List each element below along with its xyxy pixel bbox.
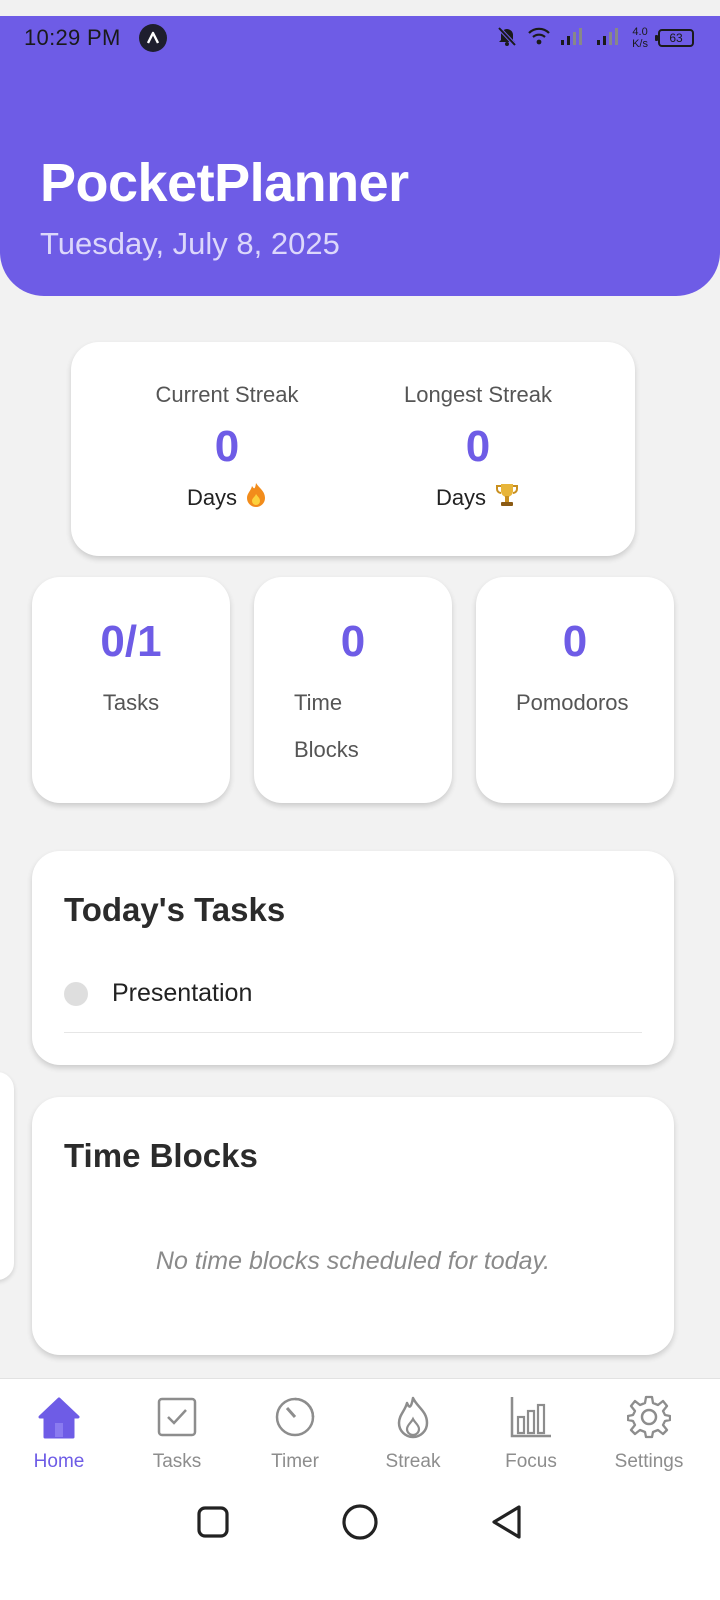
todays-tasks-card: Today's Tasks Presentation (32, 851, 674, 1065)
nav-timer[interactable]: Timer (236, 1393, 354, 1473)
current-streak-value: 0 (214, 422, 240, 471)
time-blocks-card: Time Blocks No time blocks scheduled for… (32, 1097, 674, 1355)
current-date: Tuesday, July 8, 2025 (40, 226, 340, 261)
back-button[interactable] (490, 1503, 524, 1546)
nav-streak[interactable]: Streak (354, 1393, 472, 1473)
gear-icon (625, 1393, 673, 1441)
nav-settings[interactable]: Settings (590, 1393, 708, 1473)
fire-icon (245, 482, 267, 514)
top-strip (0, 0, 720, 16)
stat-time-blocks-label: Time Blocks (294, 690, 359, 762)
network-speed: 4.0 K/s (632, 26, 648, 50)
longest-streak-unit-row: Days (368, 482, 588, 514)
app-notification-icon (138, 24, 167, 52)
side-drawer-handle[interactable] (0, 1072, 14, 1280)
longest-streak: Longest Streak 0 Days (368, 382, 588, 514)
nav-tasks[interactable]: Tasks (118, 1393, 236, 1473)
todays-tasks-title: Today's Tasks (64, 891, 286, 928)
nav-timer-label: Timer (271, 1451, 319, 1472)
task-status-circle-icon[interactable] (64, 981, 88, 1006)
signal-icon (560, 27, 586, 50)
system-navigation-bar (0, 1499, 720, 1549)
timer-icon (271, 1393, 319, 1441)
nav-home[interactable]: Home (0, 1393, 118, 1473)
app-title: PocketPlanner (40, 153, 409, 213)
stat-time-blocks-value: 0 (340, 617, 366, 666)
mute-bell-icon (496, 25, 518, 52)
stat-pomodoros-label: Pomodoros (516, 690, 629, 715)
network-speed-unit: K/s (632, 38, 648, 50)
current-streak-label: Current Streak (155, 382, 299, 407)
nav-focus-label: Focus (505, 1451, 557, 1472)
current-streak: Current Streak 0 Days (117, 382, 337, 514)
recent-apps-button[interactable] (196, 1505, 230, 1544)
current-streak-unit-row: Days (117, 482, 337, 514)
home-icon (35, 1393, 83, 1441)
longest-streak-value: 0 (465, 422, 491, 471)
bottom-navigation: Home Tasks Timer Streak Focus Settings (0, 1378, 720, 1600)
task-row[interactable]: Presentation (64, 977, 642, 1033)
status-bar: 10:29 PM 4.0 K/s 63 (24, 20, 694, 56)
time-blocks-title: Time Blocks (64, 1137, 258, 1174)
wifi-icon (528, 27, 550, 50)
stat-card-pomodoros[interactable]: 0 Pomodoros (476, 577, 674, 803)
task-name: Presentation (112, 979, 253, 1007)
stat-tasks-label: Tasks (102, 690, 160, 715)
status-time: 10:29 PM (24, 25, 121, 50)
battery-icon: 63 (655, 29, 694, 47)
app-header: 10:29 PM 4.0 K/s 63 PocketPlanner Tuesda… (0, 16, 720, 296)
streak-card: Current Streak 0 Days Longest Streak 0 D… (71, 342, 635, 556)
trophy-icon (494, 482, 520, 514)
flame-icon (389, 1393, 437, 1441)
signal-icon-2 (596, 27, 622, 50)
longest-streak-unit: Days (435, 485, 487, 510)
stat-tasks-value: 0/1 (100, 617, 162, 666)
current-streak-unit: Days (186, 485, 238, 510)
status-icons: 4.0 K/s 63 (496, 25, 694, 52)
longest-streak-label: Longest Streak (404, 382, 552, 407)
stat-pomodoros-value: 0 (562, 617, 588, 666)
nav-tasks-label: Tasks (152, 1451, 202, 1472)
nav-home-label: Home (33, 1451, 85, 1472)
nav-streak-label: Streak (385, 1451, 441, 1472)
nav-settings-label: Settings (614, 1451, 684, 1472)
stat-card-tasks[interactable]: 0/1 Tasks (32, 577, 230, 803)
bar-chart-icon (507, 1393, 555, 1441)
network-speed-value: 4.0 (632, 26, 648, 38)
checkbox-icon (153, 1393, 201, 1441)
home-button[interactable] (341, 1503, 379, 1546)
stat-card-time-blocks[interactable]: 0 Time Blocks (254, 577, 452, 803)
time-blocks-empty-message: No time blocks scheduled for today. (155, 1247, 551, 1275)
nav-focus[interactable]: Focus (472, 1393, 590, 1473)
